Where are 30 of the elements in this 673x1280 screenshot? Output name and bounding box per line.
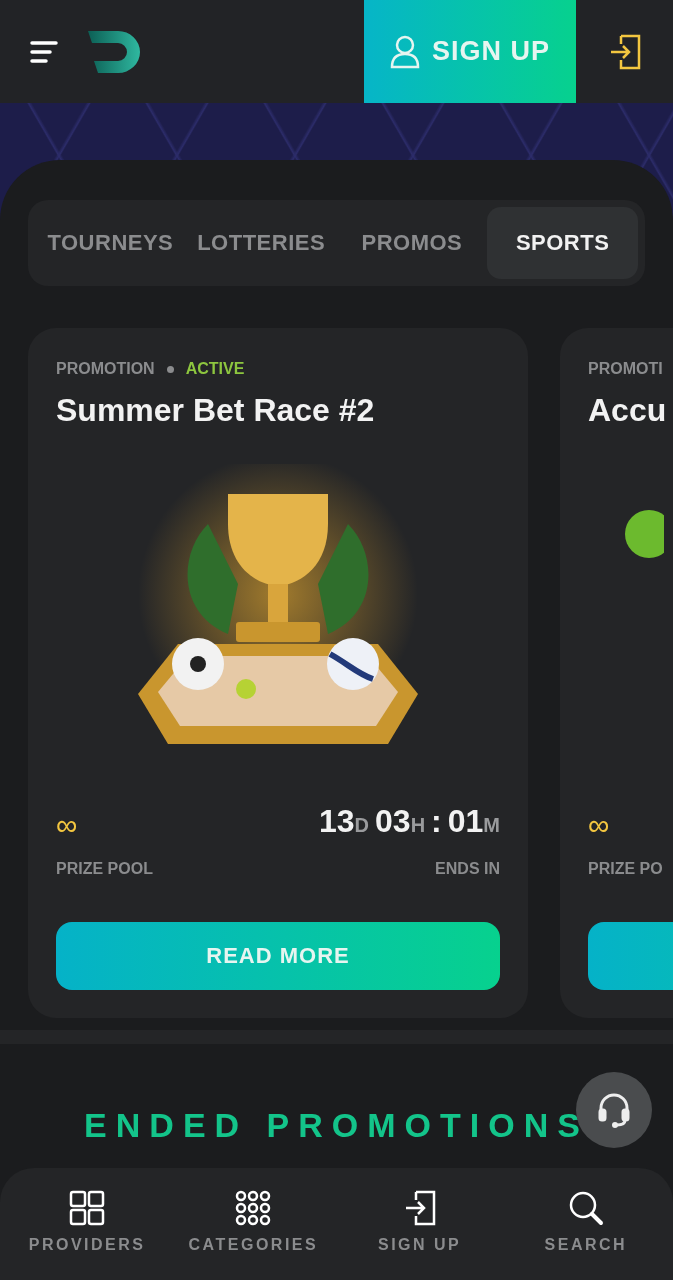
dots-grid-icon bbox=[235, 1190, 272, 1226]
menu-icon[interactable] bbox=[30, 40, 58, 63]
tab[interactable]: SPORTS bbox=[487, 207, 638, 279]
infinity-icon: ∞ bbox=[56, 810, 78, 840]
user-icon bbox=[390, 34, 420, 69]
tab[interactable]: LOTTERIES bbox=[185, 207, 337, 279]
tab[interactable]: TOURNEYS bbox=[35, 207, 186, 279]
login-icon[interactable] bbox=[608, 33, 641, 70]
category-label: PROMOTION bbox=[56, 360, 155, 378]
promotion-title: Accu bbox=[588, 392, 668, 429]
countdown-timer: 13D 03H : 01M bbox=[319, 803, 500, 840]
infinity-icon: ∞ bbox=[588, 810, 610, 840]
tennis-ball-drawing bbox=[624, 509, 664, 559]
prize-pool-label: PRIZE PO bbox=[588, 860, 663, 878]
nav-item[interactable]: CATEGORIES bbox=[173, 1168, 334, 1280]
separator-dot bbox=[166, 365, 174, 373]
headset-icon bbox=[597, 1092, 631, 1128]
tab[interactable]: PROMOS bbox=[336, 207, 488, 279]
section-title: ENDED PROMOTIONS bbox=[84, 1106, 589, 1145]
prize-pool-label: PRIZE POOL bbox=[56, 860, 153, 878]
ends-in-label: ENDS IN bbox=[435, 860, 500, 878]
search-icon bbox=[567, 1190, 604, 1226]
promotion-title: Summer Bet Race #2 bbox=[56, 392, 376, 429]
grid-icon bbox=[69, 1190, 106, 1226]
nav-item[interactable]: SIGN UP bbox=[339, 1168, 500, 1280]
nav-item[interactable]: SEARCH bbox=[505, 1168, 666, 1280]
status-label: ACTIVE bbox=[185, 360, 245, 378]
category-label: PROMOTI bbox=[588, 360, 663, 378]
logo[interactable] bbox=[88, 30, 142, 73]
nav-item[interactable]: PROVIDERS bbox=[7, 1168, 168, 1280]
